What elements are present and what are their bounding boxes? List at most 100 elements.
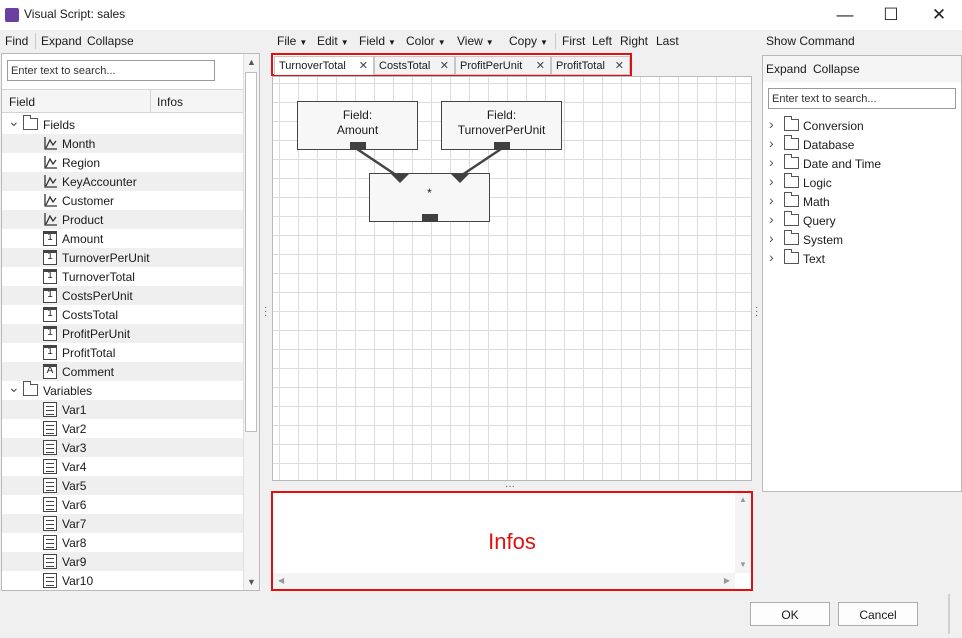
tree-item-amount[interactable]: 1 Amount [2, 229, 243, 248]
command-category-query[interactable]: › Query [763, 211, 959, 230]
tree-item-region[interactable]: Region [2, 153, 243, 172]
right-splitter-grip[interactable]: · · · [755, 303, 758, 321]
scroll-up-arrow-icon[interactable]: ▲ [247, 57, 256, 67]
scroll-right-arrow-icon[interactable]: ▶ [724, 576, 730, 585]
ok-button[interactable]: OK [750, 602, 830, 626]
menu-label: Copy [509, 34, 538, 48]
column-header-infos[interactable]: Infos [157, 95, 183, 109]
tree-item-keyaccounter[interactable]: KeyAccounter [2, 172, 243, 191]
tree-item-costsperunit[interactable]: 1 CostsPerUnit [2, 286, 243, 305]
command-category-system[interactable]: › System [763, 230, 959, 249]
chevron-right-icon[interactable]: › [769, 211, 774, 227]
command-category-date-and-time[interactable]: › Date and Time [763, 154, 959, 173]
left-splitter-grip[interactable]: · · · [264, 303, 267, 321]
tab-profittotal[interactable]: ProfitTotal ✕ [551, 56, 630, 75]
tab-profitperunit[interactable]: ProfitPerUnit ✕ [455, 56, 551, 75]
dimension-icon [44, 137, 57, 150]
window-resize-grip[interactable] [948, 594, 950, 634]
scroll-down-arrow-icon[interactable]: ▼ [739, 560, 747, 569]
command-search-input[interactable] [768, 88, 956, 109]
menu-field[interactable]: Field ▼ [359, 34, 396, 48]
tree-item-var4[interactable]: Var4 [2, 457, 243, 476]
menu-view[interactable]: View ▼ [457, 34, 494, 48]
menu-left[interactable]: Left [592, 34, 612, 48]
tree-item-turnoverperunit[interactable]: 1 TurnoverPerUnit [2, 248, 243, 267]
tree-item-profittotal[interactable]: 1 ProfitTotal [2, 343, 243, 362]
tree-item-month[interactable]: Month [2, 134, 243, 153]
command-category-database[interactable]: › Database [763, 135, 959, 154]
command-category-text[interactable]: › Text [763, 249, 959, 268]
tree-item-product[interactable]: Product [2, 210, 243, 229]
scroll-left-arrow-icon[interactable]: ◀ [278, 576, 284, 585]
cancel-button[interactable]: Cancel [838, 602, 918, 626]
chevron-right-icon[interactable]: › [769, 173, 774, 189]
command-category-math[interactable]: › Math [763, 192, 959, 211]
column-header-field[interactable]: Field [9, 95, 35, 109]
chevron-right-icon[interactable]: › [769, 154, 774, 170]
tree-item-var3[interactable]: Var3 [2, 438, 243, 457]
expand-button[interactable]: Expand [41, 34, 82, 48]
scroll-down-arrow-icon[interactable]: ▼ [247, 577, 256, 587]
infos-horizontal-scrollbar[interactable]: ◀ ▶ [273, 573, 735, 589]
tree-item-var2[interactable]: Var2 [2, 419, 243, 438]
tree-scroll-thumb[interactable] [245, 72, 257, 432]
command-collapse-button[interactable]: Collapse [813, 62, 860, 76]
menu-color[interactable]: Color ▼ [406, 34, 446, 48]
tab-turnovertotal[interactable]: TurnoverTotal ✕ [274, 56, 374, 75]
tree-item-label: Var7 [62, 517, 87, 531]
minimize-button[interactable]: — [822, 0, 868, 30]
close-button[interactable]: ✕ [916, 0, 962, 30]
folder-icon [784, 116, 799, 131]
tree-group-fields[interactable]: ⌄ Fields [2, 113, 243, 134]
menu-last[interactable]: Last [656, 34, 679, 48]
menu-first[interactable]: First [562, 34, 585, 48]
tree-item-customer[interactable]: Customer [2, 191, 243, 210]
tree-item-coststotal[interactable]: 1 CostsTotal [2, 305, 243, 324]
tree-item-profitperunit[interactable]: 1 ProfitPerUnit [2, 324, 243, 343]
command-category-label: Text [803, 252, 826, 266]
chevron-down-icon[interactable]: ⌄ [8, 379, 20, 396]
chevron-right-icon[interactable]: › [769, 135, 774, 151]
input-port[interactable] [451, 174, 469, 183]
infos-vertical-scrollbar[interactable]: ▲ ▼ [735, 493, 751, 573]
tree-item-turnovertotal[interactable]: 1 TurnoverTotal [2, 267, 243, 286]
script-canvas[interactable]: Field: Amount Field: TurnoverPerUnit * [272, 76, 752, 481]
chevron-right-icon[interactable]: › [769, 116, 774, 132]
tree-group-variables[interactable]: ⌄ Variables [2, 379, 243, 400]
tree-item-var8[interactable]: Var8 [2, 533, 243, 552]
tree-item-var7[interactable]: Var7 [2, 514, 243, 533]
menu-copy[interactable]: Copy ▼ [509, 34, 548, 48]
menu-label: File [277, 34, 297, 48]
chevron-right-icon[interactable]: › [769, 230, 774, 246]
command-category-conversion[interactable]: › Conversion [763, 116, 959, 135]
tab-close-icon[interactable]: ✕ [359, 59, 368, 72]
tree-item-var9[interactable]: Var9 [2, 552, 243, 571]
tab-close-icon[interactable]: ✕ [440, 59, 449, 72]
tree-item-var5[interactable]: Var5 [2, 476, 243, 495]
menu-file[interactable]: File ▼ [277, 34, 307, 48]
find-button[interactable]: Find [5, 34, 28, 48]
menu-edit[interactable]: Edit ▼ [317, 34, 349, 48]
command-expand-button[interactable]: Expand [766, 62, 807, 76]
chevron-right-icon[interactable]: › [769, 249, 774, 265]
field-search-input[interactable] [7, 60, 215, 81]
tree-item-var10[interactable]: Var10 [2, 571, 243, 590]
tab-close-icon[interactable]: ✕ [536, 59, 545, 72]
tree-item-var6[interactable]: Var6 [2, 495, 243, 514]
folder-icon [784, 135, 799, 150]
chevron-right-icon[interactable]: › [769, 192, 774, 208]
tab-close-icon[interactable]: ✕ [615, 59, 624, 72]
input-port[interactable] [391, 174, 409, 183]
menu-right[interactable]: Right [620, 34, 648, 48]
chevron-down-icon[interactable]: ⌄ [8, 113, 20, 130]
tab-coststotal[interactable]: CostsTotal ✕ [374, 56, 455, 75]
command-category-logic[interactable]: › Logic [763, 173, 959, 192]
scroll-up-arrow-icon[interactable]: ▲ [739, 495, 747, 504]
maximize-button[interactable]: ☐ [868, 0, 914, 30]
tree-scrollbar[interactable]: ▲ ▼ [243, 54, 259, 590]
show-command-button[interactable]: Show Command [766, 34, 855, 48]
tree-item-comment[interactable]: A Comment [2, 362, 243, 381]
collapse-button[interactable]: Collapse [87, 34, 134, 48]
tree-item-var1[interactable]: Var1 [2, 400, 243, 419]
tree-group-label: Fields [43, 118, 76, 132]
